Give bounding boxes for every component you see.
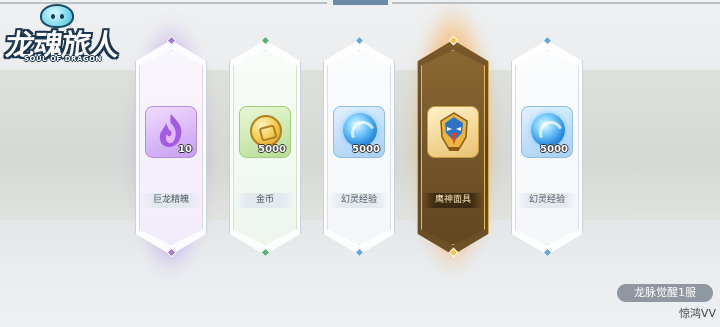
gold-coin-icon	[250, 115, 282, 147]
player-name: 惊鸿VV	[678, 307, 716, 320]
item-slot[interactable]: 10	[145, 106, 197, 158]
reward-card-5[interactable]: 5000 幻灵经验	[511, 35, 583, 258]
item-quantity: 5000	[352, 144, 380, 155]
item-name: 金币	[235, 193, 295, 208]
reward-card-3[interactable]: 5000 幻灵经验	[323, 35, 395, 258]
item-slot[interactable]	[427, 106, 479, 158]
item-name: 鹰神面具	[423, 193, 483, 208]
logo-subtitle: SOUL OF DRAGON	[24, 55, 102, 63]
blue-orb-icon	[531, 113, 565, 147]
item-slot[interactable]: 5000	[239, 106, 291, 158]
item-quantity: 5000	[258, 144, 286, 155]
item-name: 幻灵经验	[517, 193, 577, 208]
item-quantity: 10	[178, 144, 192, 155]
eagle-mask-icon	[440, 112, 468, 151]
item-name: 巨龙精魄	[141, 193, 201, 208]
item-quantity: 5000	[540, 144, 568, 155]
reward-card-1[interactable]: 10 巨龙精魄	[125, 0, 217, 327]
item-slot[interactable]: 5000	[521, 106, 573, 158]
blue-orb-icon	[343, 113, 377, 147]
item-slot[interactable]: 5000	[333, 106, 385, 158]
reward-card-4[interactable]: 鹰神面具	[407, 0, 499, 327]
server-badge: 龙脉觉醒1服	[617, 284, 713, 302]
item-name: 幻灵经验	[329, 193, 389, 208]
reward-card-2[interactable]: 5000 金币	[229, 35, 301, 258]
